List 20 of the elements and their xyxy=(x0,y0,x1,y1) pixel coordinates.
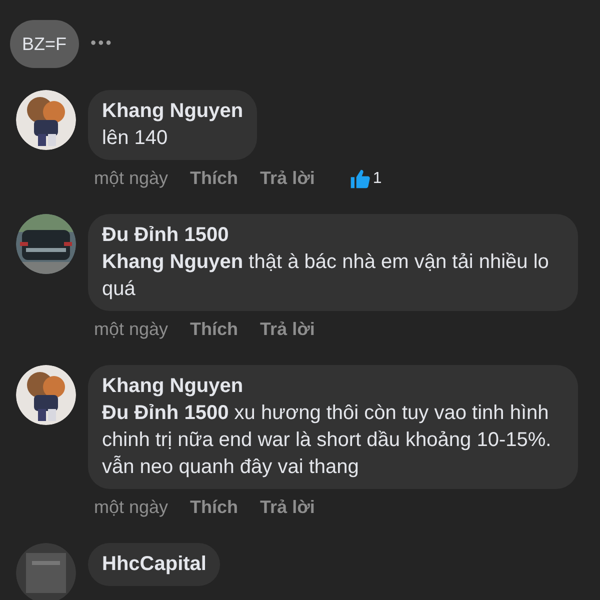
comment-text: Đu Đỉnh 1500 xu hương thôi còn tuy vao tinh hình chinh trị nữa end war là short dầu khoảng 10-15%. vẫn neo quanh đây vai thang xyxy=(102,401,552,480)
reply-button[interactable]: Trả lời xyxy=(260,494,315,521)
comment-time: một ngày xyxy=(94,167,168,190)
reply-button[interactable]: Trả lời xyxy=(260,165,315,192)
ticker-chip[interactable]: BZ=F xyxy=(10,20,79,68)
like-button[interactable]: Thích xyxy=(190,494,238,521)
comment-time: một ngày xyxy=(94,496,168,519)
comment-time: một ngày xyxy=(94,318,168,341)
more-button[interactable]: ••• xyxy=(90,32,114,56)
author-name[interactable]: Khang Nguyen xyxy=(102,98,244,125)
author-name[interactable]: Khang Nguyen xyxy=(102,373,564,400)
comment-text: lên 140 xyxy=(102,126,169,151)
like-button[interactable]: Thích xyxy=(190,316,238,343)
reply-button[interactable]: Trả lời xyxy=(260,316,315,343)
author-name[interactable]: HhcCapital xyxy=(102,551,206,578)
like-button[interactable]: Thích xyxy=(190,165,238,192)
reaction-count: 1 xyxy=(372,168,382,188)
author-name[interactable]: Đu Đỉnh 1500 xyxy=(102,222,564,249)
thumbs-up-icon xyxy=(348,168,371,190)
comment-text: Khang Nguyen thật à bác nhà em vận tải nhiều lo quá xyxy=(102,250,550,302)
